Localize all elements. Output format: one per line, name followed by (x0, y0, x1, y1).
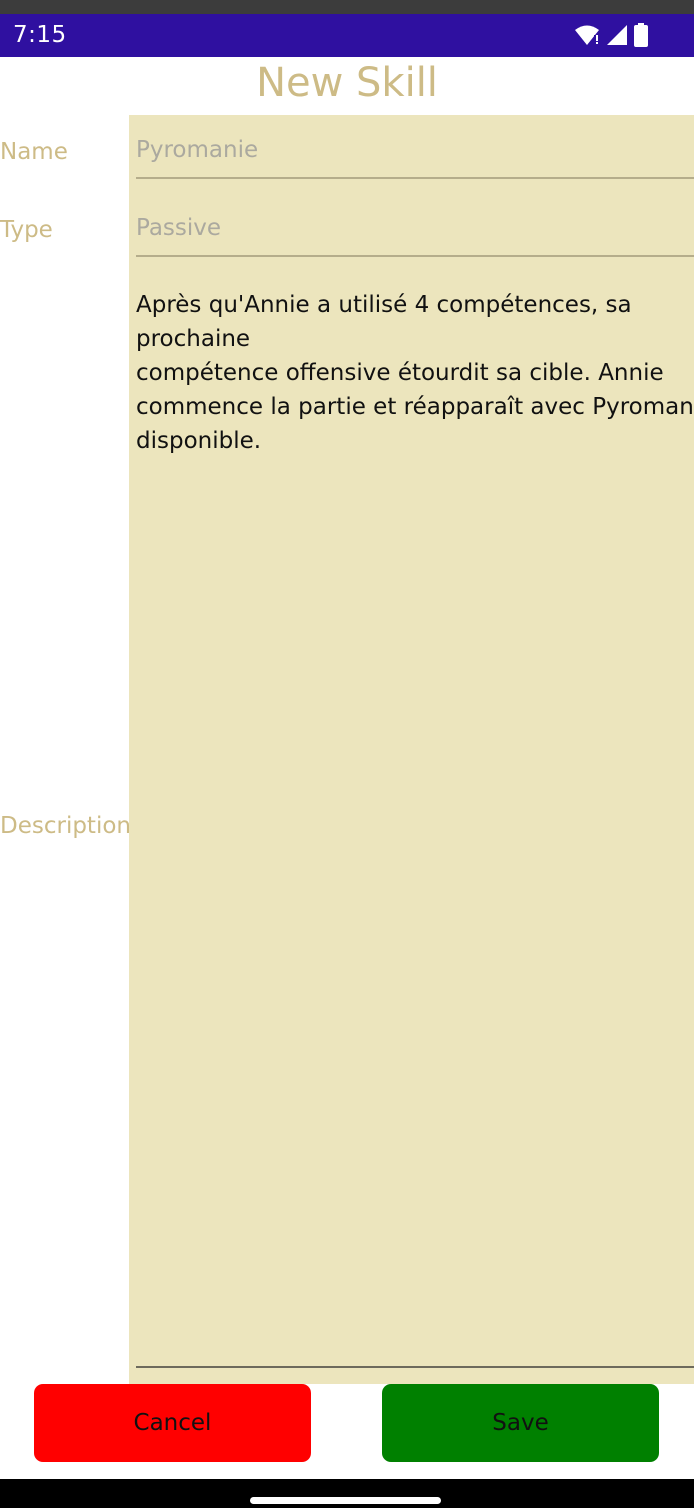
name-label: Name (0, 139, 68, 165)
top-strip (0, 0, 694, 14)
status-bar: 7:15 (0, 14, 694, 57)
type-field[interactable]: Passive (136, 215, 694, 257)
battery-icon (634, 23, 648, 47)
save-button[interactable]: Save (382, 1384, 659, 1462)
wifi-icon (574, 24, 600, 46)
type-label: Type (0, 217, 53, 243)
page-title: New Skill (256, 60, 438, 106)
name-field[interactable]: Pyromanie (136, 137, 694, 179)
status-time: 7:15 (13, 22, 67, 48)
signal-icon (606, 24, 628, 46)
navigation-bar (0, 1479, 694, 1508)
status-icons (574, 23, 648, 47)
description-label: Description (0, 813, 131, 839)
description-editor[interactable]: Après qu'Annie a utilisé 4 compétences, … (136, 288, 694, 1368)
cancel-button[interactable]: Cancel (34, 1384, 311, 1462)
home-handle[interactable] (250, 1497, 441, 1504)
description-text: Après qu'Annie a utilisé 4 compétences, … (136, 292, 694, 454)
